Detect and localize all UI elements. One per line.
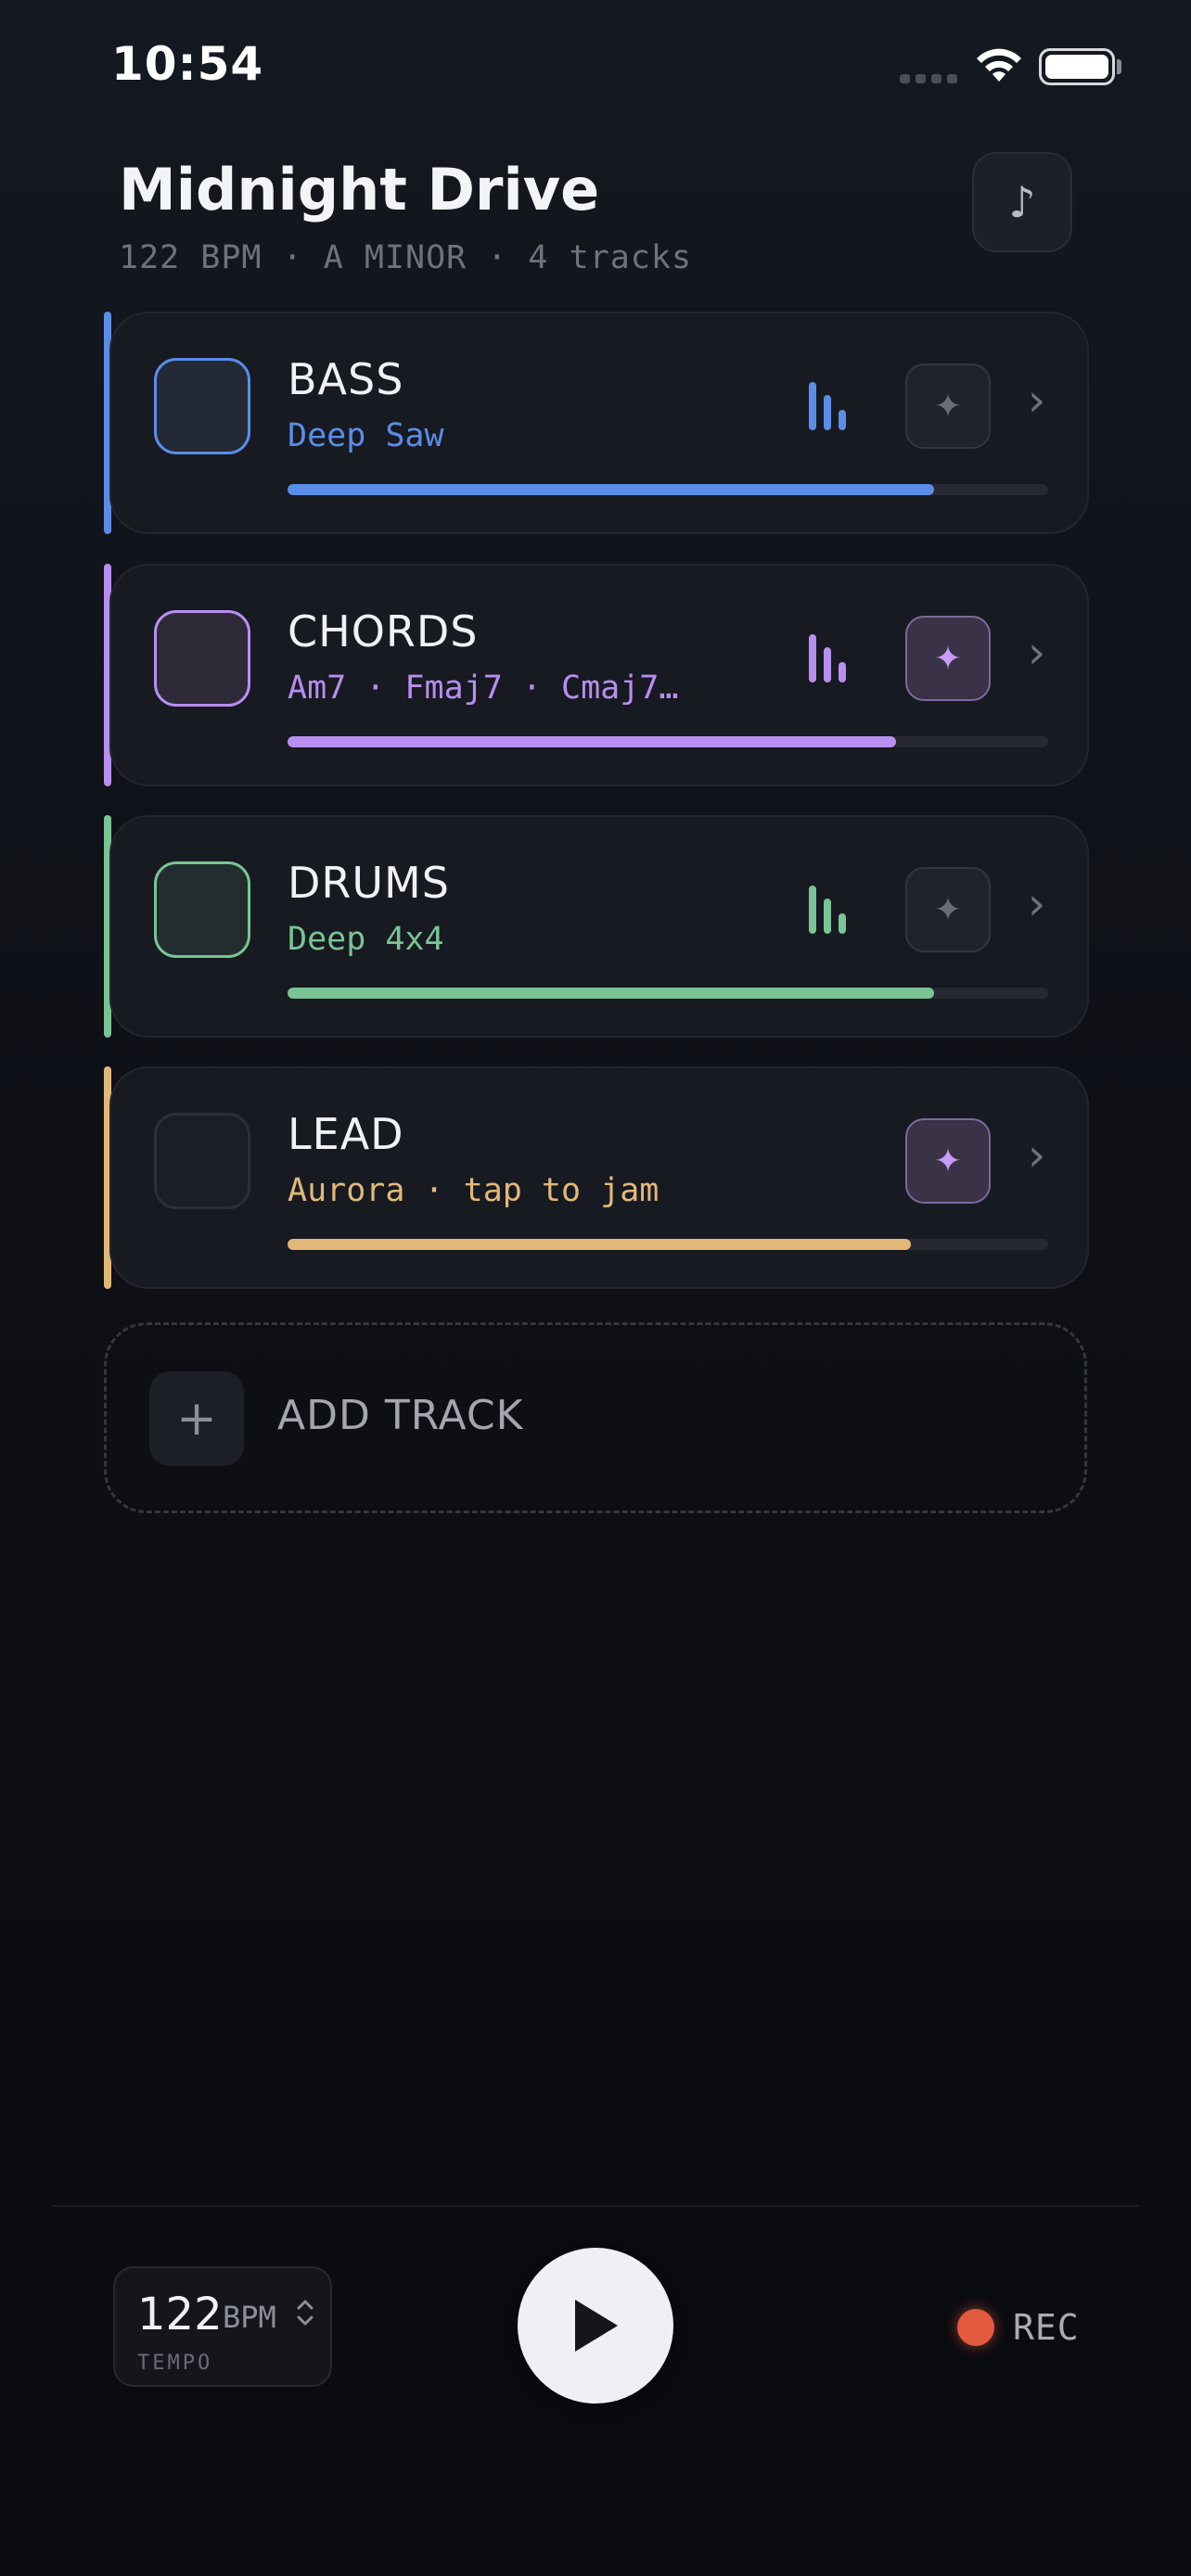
status-bar: 10:54	[0, 0, 1191, 139]
battery-cap	[1117, 59, 1121, 74]
track-card[interactable]: DRUMS Deep 4x4 ✦ ›	[109, 815, 1089, 1038]
tempo-label: TEMPO	[137, 2352, 213, 2375]
ai-sparkle-button[interactable]: ✦	[905, 616, 991, 701]
sparkle-icon: ✦	[933, 387, 963, 426]
chevron-up-down-icon[interactable]	[291, 2292, 319, 2333]
tempo-value: 122	[137, 2289, 223, 2340]
record-button-label[interactable]: REC	[1013, 2307, 1080, 2348]
track-drums[interactable]: DRUMS Deep 4x4 ✦ ›	[104, 815, 1089, 1038]
track-card[interactable]: BASS Deep Saw ✦ ›	[109, 312, 1089, 534]
track-lead[interactable]: LEAD Aurora · tap to jam ✦ ›	[104, 1066, 1089, 1289]
level-meter-icon	[809, 382, 855, 430]
sparkle-icon: ✦	[933, 639, 963, 678]
track-progress-fill	[288, 736, 896, 747]
plus-icon: +	[149, 1371, 244, 1466]
chevron-right-icon[interactable]: ›	[1028, 627, 1045, 679]
ai-sparkle-button[interactable]: ✦	[905, 867, 991, 952]
track-pad[interactable]	[154, 861, 250, 958]
record-indicator-icon[interactable]	[957, 2309, 994, 2346]
song-meta: 122 BPM · A MINOR · 4 tracks	[119, 239, 693, 276]
song-title: Midnight Drive	[119, 156, 600, 223]
track-pad[interactable]	[154, 610, 250, 707]
track-progress-bar	[288, 736, 1048, 747]
ai-sparkle-button[interactable]: ✦	[905, 363, 991, 449]
track-card[interactable]: LEAD Aurora · tap to jam ✦ ›	[109, 1066, 1089, 1289]
track-subtitle: Am7 · Fmaj7 · Cmaj7…	[288, 670, 679, 707]
track-card[interactable]: CHORDS Am7 · Fmaj7 · Cmaj7… ✦ ›	[109, 564, 1089, 786]
tempo-unit: BPM	[223, 2300, 276, 2335]
track-name: CHORDS	[288, 606, 479, 657]
play-button[interactable]	[518, 2248, 673, 2404]
level-meter-icon	[809, 886, 855, 934]
add-track-label: ADD TRACK	[277, 1392, 524, 1439]
sparkle-icon: ✦	[933, 890, 963, 929]
track-subtitle: Aurora · tap to jam	[288, 1172, 660, 1209]
track-pad[interactable]	[154, 358, 250, 454]
music-note-icon: ♪	[1008, 177, 1036, 227]
status-time: 10:54	[111, 37, 264, 91]
transport-divider	[52, 2205, 1139, 2207]
wifi-icon	[977, 48, 1021, 82]
chevron-right-icon[interactable]: ›	[1028, 375, 1045, 427]
track-progress-bar	[288, 988, 1048, 999]
track-progress-fill	[288, 1239, 912, 1250]
chevron-right-icon[interactable]: ›	[1028, 878, 1045, 930]
track-name: LEAD	[288, 1109, 404, 1159]
track-progress-fill	[288, 988, 934, 999]
track-subtitle: Deep Saw	[288, 417, 444, 454]
track-name: DRUMS	[288, 858, 450, 908]
music-note-button[interactable]: ♪	[972, 152, 1072, 252]
track-name: BASS	[288, 354, 404, 404]
track-subtitle: Deep 4x4	[288, 921, 444, 958]
add-track-button[interactable]: + ADD TRACK	[104, 1322, 1087, 1513]
tempo-control[interactable]: 122 BPM TEMPO	[113, 2266, 332, 2387]
level-meter-icon	[809, 634, 855, 682]
track-pad[interactable]	[154, 1113, 250, 1209]
chevron-right-icon[interactable]: ›	[1028, 1129, 1045, 1181]
ai-sparkle-button[interactable]: ✦	[905, 1118, 991, 1204]
track-progress-fill	[288, 484, 934, 495]
sparkle-icon: ✦	[933, 1141, 963, 1180]
cellular-signal-icon	[900, 74, 957, 83]
play-icon	[575, 2300, 618, 2352]
track-chords[interactable]: CHORDS Am7 · Fmaj7 · Cmaj7… ✦ ›	[104, 564, 1089, 786]
battery-icon	[1039, 48, 1115, 85]
track-progress-bar	[288, 484, 1048, 495]
track-bass[interactable]: BASS Deep Saw ✦ ›	[104, 312, 1089, 534]
track-progress-bar	[288, 1239, 1048, 1250]
